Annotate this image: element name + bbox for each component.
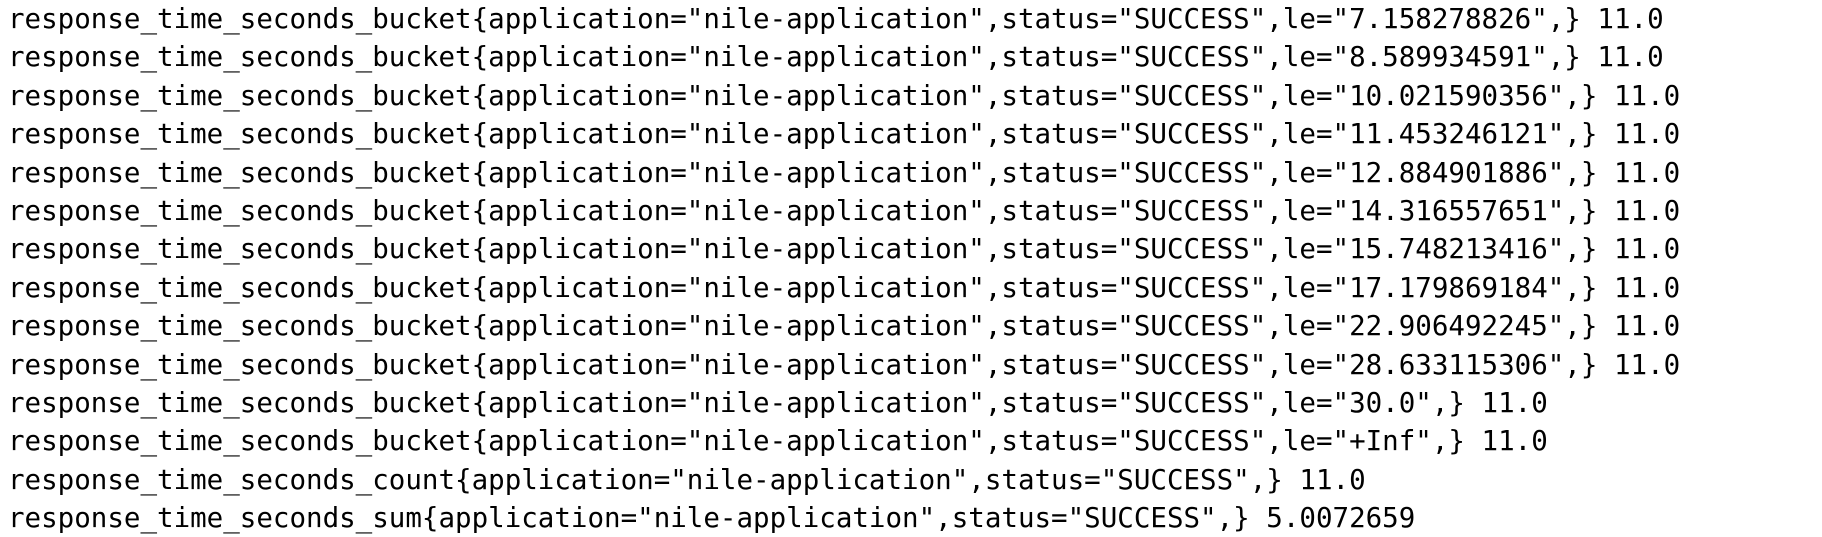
- metric-line-bucket-11-453: response_time_seconds_bucket{application…: [8, 118, 1681, 151]
- metric-line-bucket-8-589: response_time_seconds_bucket{application…: [8, 41, 1664, 74]
- metrics-output: response_time_seconds_bucket{application…: [8, 0, 1680, 537]
- metric-line-bucket-17-179: response_time_seconds_bucket{application…: [8, 271, 1681, 304]
- metric-line-bucket-12-884: response_time_seconds_bucket{application…: [8, 156, 1681, 189]
- metric-line-bucket-28-633: response_time_seconds_bucket{application…: [8, 348, 1681, 381]
- metric-line-bucket-15-748: response_time_seconds_bucket{application…: [8, 233, 1681, 266]
- metric-line-bucket-10-021: response_time_seconds_bucket{application…: [8, 79, 1681, 112]
- metric-line-count: response_time_seconds_count{application=…: [8, 463, 1366, 496]
- metric-line-bucket-14-316: response_time_seconds_bucket{application…: [8, 194, 1681, 227]
- metric-line-bucket-inf: response_time_seconds_bucket{application…: [8, 425, 1548, 458]
- metric-line-bucket-22-906: response_time_seconds_bucket{application…: [8, 310, 1681, 343]
- metric-line-bucket-7-158: response_time_seconds_bucket{application…: [8, 3, 1664, 35]
- metric-line-sum: response_time_seconds_sum{application="n…: [8, 502, 1416, 535]
- metric-line-bucket-30: response_time_seconds_bucket{application…: [8, 386, 1548, 419]
